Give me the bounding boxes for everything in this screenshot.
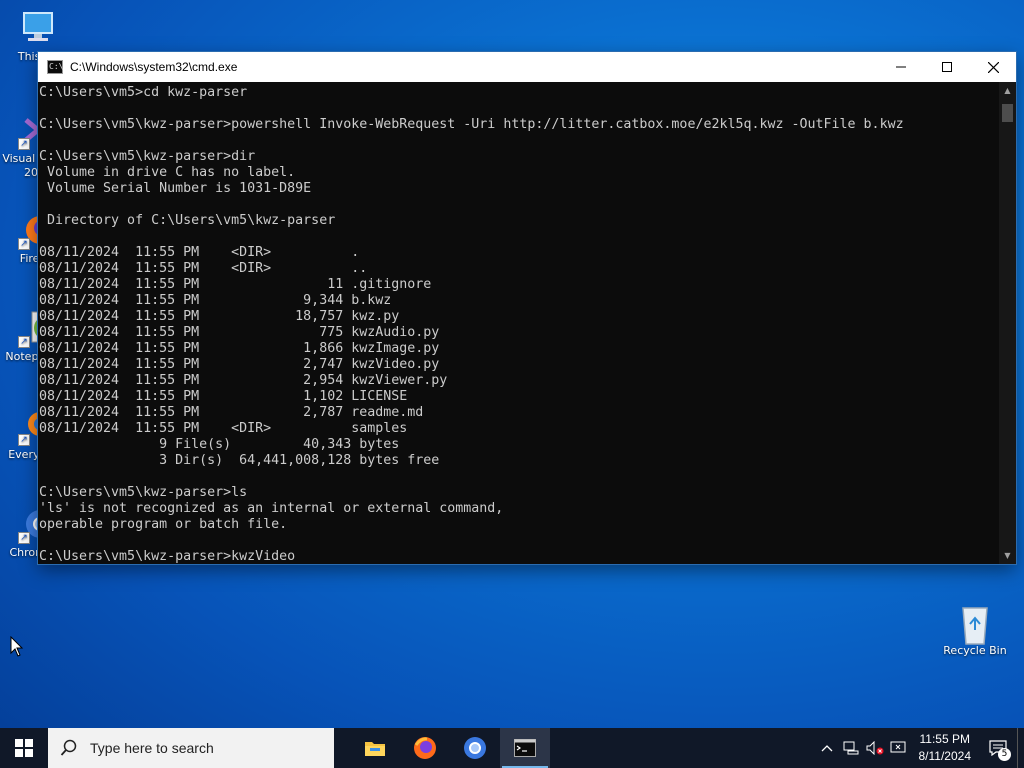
- firefox-icon: [414, 737, 436, 759]
- console-line: 08/11/2024 11:55 PM 2,747 kwzVideo.py: [39, 357, 440, 372]
- console-line: 08/11/2024 11:55 PM 775 kwzAudio.py: [39, 325, 440, 340]
- shortcut-arrow-icon: ↗: [18, 238, 30, 250]
- console-line: 08/11/2024 11:55 PM 1,866 kwzImage.py: [39, 341, 440, 356]
- tray-network-button[interactable]: [839, 728, 863, 768]
- cmd-icon: [514, 739, 536, 757]
- chevron-up-icon: [821, 745, 832, 752]
- desktop-icon-recycle-bin[interactable]: Recycle Bin: [937, 602, 1013, 658]
- close-icon: [987, 61, 999, 73]
- taskbar-chromium[interactable]: [450, 728, 500, 768]
- tray-volume-button[interactable]: [863, 728, 887, 768]
- computer-icon: [18, 8, 58, 48]
- shortcut-arrow-icon: ↗: [18, 138, 30, 150]
- taskbar-firefox[interactable]: [400, 728, 450, 768]
- taskbar-clock[interactable]: 11:55 PM 8/11/2024: [911, 731, 980, 765]
- network-icon: [843, 741, 858, 755]
- mouse-cursor-icon: [10, 636, 24, 657]
- tray-overflow-button[interactable]: [815, 728, 839, 768]
- shortcut-arrow-icon: ↗: [18, 336, 30, 348]
- console-line: C:\Users\vm5\kwz-parser>powershell Invok…: [39, 117, 904, 132]
- console-line: C:\Users\vm5>cd kwz-parser: [39, 85, 248, 100]
- taskbar-file-explorer[interactable]: [350, 728, 400, 768]
- shortcut-arrow-icon: ↗: [18, 434, 30, 446]
- console-line: 08/11/2024 11:55 PM 1,102 LICENSE: [39, 389, 408, 404]
- clock-time: 11:55 PM: [919, 732, 970, 746]
- search-icon: [60, 739, 77, 756]
- shortcut-arrow-icon: ↗: [18, 532, 30, 544]
- console-line: Volume Serial Number is 1031-D89E: [39, 181, 312, 196]
- console-line: Volume in drive C has no label.: [39, 165, 296, 180]
- notification-count-badge: 5: [998, 748, 1011, 761]
- maximize-icon: [942, 62, 952, 72]
- console-line: operable program or batch file.: [39, 517, 288, 532]
- console-line: 3 Dir(s) 64,441,008,128 bytes free: [39, 453, 440, 468]
- start-button[interactable]: [0, 728, 48, 768]
- system-tray: 11:55 PM 8/11/2024 5: [815, 728, 1024, 768]
- window-title: C:\Windows\system32\cmd.exe: [70, 60, 238, 74]
- console-line: 08/11/2024 11:55 PM <DIR> samples: [39, 421, 408, 436]
- taskbar-command-prompt[interactable]: [500, 728, 550, 768]
- console-line: 08/11/2024 11:55 PM 11 .gitignore: [39, 277, 432, 292]
- close-button[interactable]: [970, 52, 1016, 82]
- scrollbar-thumb[interactable]: [1002, 104, 1013, 122]
- minimize-button[interactable]: [878, 52, 924, 82]
- window-titlebar[interactable]: C:\ C:\Windows\system32\cmd.exe: [38, 52, 1016, 82]
- cmd-icon: C:\: [47, 60, 63, 74]
- scroll-up-arrow-icon[interactable]: ▲: [999, 82, 1016, 99]
- recycle-bin-icon: [955, 602, 995, 645]
- minimize-icon: [896, 66, 906, 68]
- volume-muted-icon: [866, 741, 883, 755]
- maximize-button[interactable]: [924, 52, 970, 82]
- console-line: 08/11/2024 11:55 PM <DIR> ..: [39, 261, 368, 276]
- display-x-icon: [890, 741, 905, 753]
- taskbar: Type here to search 11:55 PM 8/11/2024 5: [0, 728, 1024, 768]
- desktop-icon-label: Recycle Bin: [943, 644, 1007, 657]
- console-line: C:\Users\vm5\kwz-parser>kwzVideo: [39, 549, 296, 564]
- folder-icon: [365, 742, 385, 756]
- action-center-button[interactable]: 5: [979, 728, 1017, 768]
- console-line: 08/11/2024 11:55 PM 2,954 kwzViewer.py: [39, 373, 448, 388]
- vertical-scrollbar[interactable]: ▲ ▼: [999, 82, 1016, 564]
- console-line: 9 File(s) 40,343 bytes: [39, 437, 400, 452]
- scroll-down-arrow-icon[interactable]: ▼: [999, 547, 1016, 564]
- taskbar-search-box[interactable]: Type here to search: [48, 728, 334, 768]
- console-line: Directory of C:\Users\vm5\kwz-parser: [39, 213, 336, 228]
- search-placeholder: Type here to search: [90, 740, 214, 756]
- tray-display-button[interactable]: [887, 728, 911, 768]
- console-line: C:\Users\vm5\kwz-parser>dir: [39, 149, 256, 164]
- clock-date: 8/11/2024: [918, 749, 972, 763]
- console-output[interactable]: C:\Users\vm5>cd kwz-parser C:\Users\vm5\k…: [38, 82, 999, 564]
- windows-logo-icon: [15, 739, 33, 757]
- console-line: 08/11/2024 11:55 PM 18,757 kwz.py: [39, 309, 400, 324]
- console-line: C:\Users\vm5\kwz-parser>ls: [39, 485, 248, 500]
- console-line: 08/11/2024 11:55 PM <DIR> .: [39, 245, 360, 260]
- cmd-window[interactable]: C:\ C:\Windows\system32\cmd.exe C:\Users…: [38, 52, 1016, 564]
- console-line: 08/11/2024 11:55 PM 2,787 readme.md: [39, 405, 424, 420]
- console-line: 'ls' is not recognized as an internal or…: [39, 501, 504, 516]
- console-line: 08/11/2024 11:55 PM 9,344 b.kwz: [39, 293, 392, 308]
- chromium-icon: [464, 737, 486, 759]
